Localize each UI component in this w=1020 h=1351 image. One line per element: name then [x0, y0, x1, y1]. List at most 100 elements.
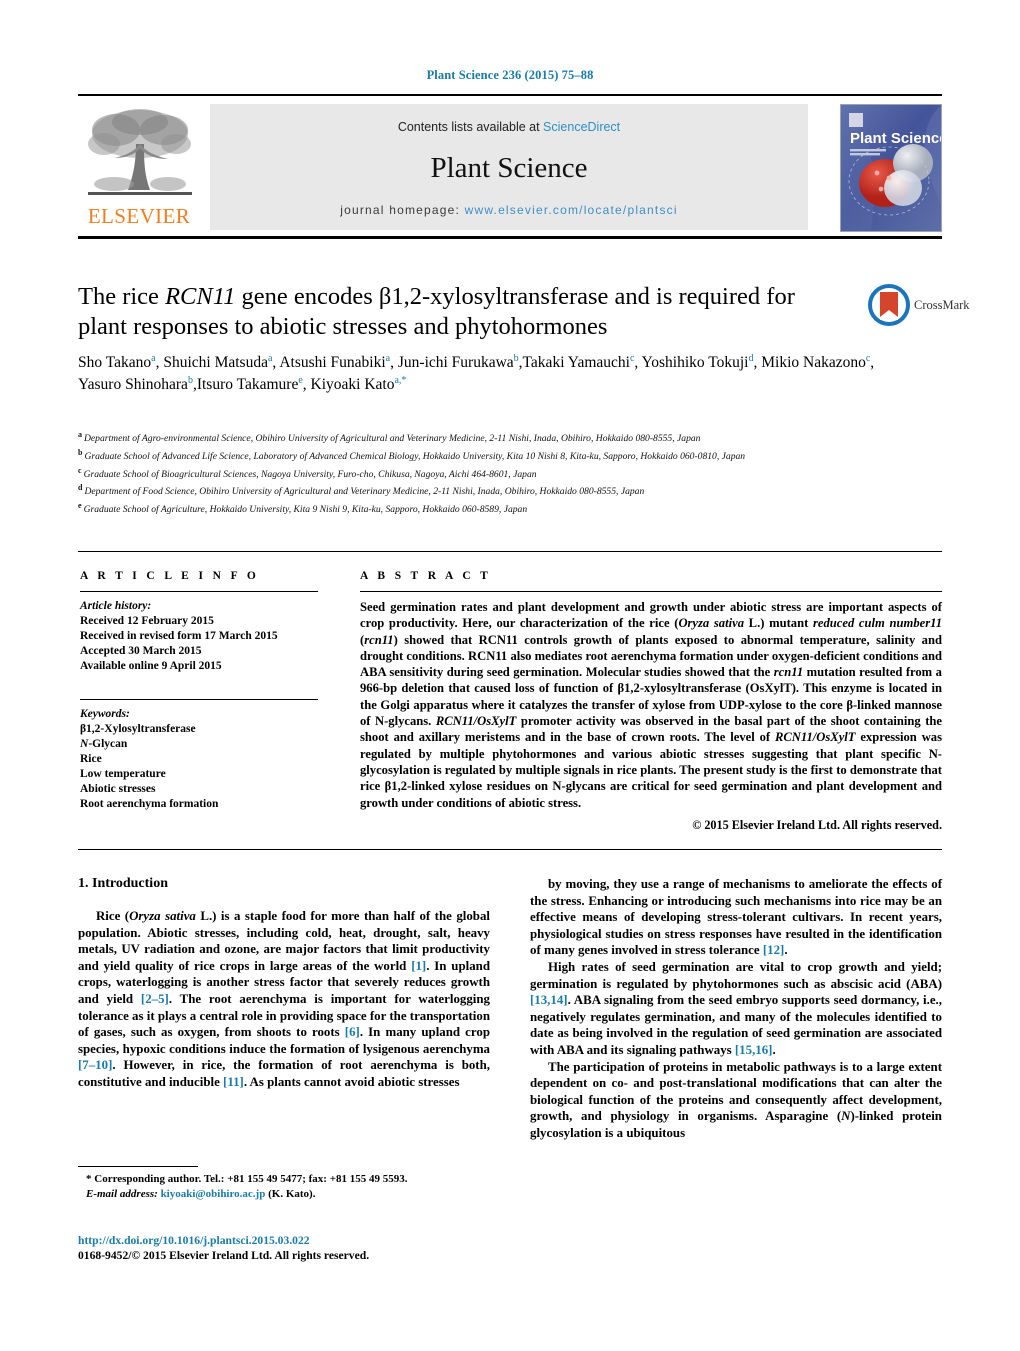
affiliation-item: c Graduate School of Bioagricultural Scie… — [78, 464, 878, 482]
affiliation-marker: c — [78, 465, 82, 475]
running-head: Plant Science 236 (2015) 75–88 — [426, 68, 594, 82]
author-name: Yoshihiko Tokuji — [641, 354, 749, 371]
journal-masthead: ELSEVIER Contents lists available at Sci… — [78, 94, 942, 239]
author-affiliation-marker: c — [865, 352, 871, 364]
body-paragraph: High rates of seed germination are vital… — [530, 959, 942, 1059]
affiliation-item: d Department of Food Science, Obihiro Uni… — [78, 481, 878, 499]
abstract-italic-term: RCN11/OsXylT — [775, 730, 856, 745]
author-name: Kiyoaki Kato — [310, 375, 395, 393]
affiliation-marker: e — [78, 501, 82, 511]
masthead-top-rule — [78, 94, 942, 96]
abstract-italic-term: RCN11/OsXylT — [435, 714, 517, 729]
keyword-item: Abiotic stresses — [80, 783, 156, 795]
issn-copyright-line: 0168-9452/© 2015 Elsevier Ireland Ltd. A… — [78, 1249, 370, 1262]
abstract-italic-term: rcn11 — [773, 665, 804, 680]
citation-link[interactable]: [1] — [411, 959, 426, 973]
affiliation-item: e Graduate School of Agriculture, Hokkaid… — [78, 499, 878, 517]
article-page: Plant Science 236 (2015) 75–88 ELSEVIER … — [0, 0, 1020, 1351]
masthead-center-band: Contents lists available at ScienceDirec… — [210, 104, 808, 230]
author-name: Takaki Yamauchi — [522, 354, 630, 371]
journal-cover-artwork: Plant Science — [841, 105, 941, 231]
text-run: . — [772, 1042, 776, 1057]
body-paragraph: by moving, they use a range of mechanism… — [530, 876, 942, 959]
affiliation-text: Graduate School of Advanced Life Science… — [84, 450, 746, 462]
abstract-copyright: © 2015 Elsevier Ireland Ltd. All rights … — [692, 817, 942, 832]
title-part-1: The rice — [78, 283, 166, 310]
journal-title: Plant Science — [430, 152, 588, 184]
author-name: Atsushi Funabiki — [279, 354, 386, 371]
keyword-item: Root aerenchyma formation — [80, 798, 219, 810]
abstract-heading: A B S T R A C T — [360, 570, 492, 582]
keyword-item: Rice — [80, 753, 102, 765]
email-suffix: (K. Kato). — [268, 1187, 316, 1200]
body-paragraph: Rice (Oryza sativa L.) is a staple food … — [78, 908, 490, 1091]
journal-homepage-line: journal homepage: www.elsevier.com/locat… — [210, 203, 808, 217]
info-band-bottom-rule — [78, 849, 942, 850]
sciencedirect-link[interactable]: ScienceDirect — [543, 120, 620, 134]
doi-block: http://dx.doi.org/10.1016/j.plantsci.201… — [78, 1233, 498, 1263]
keywords-label: Keywords: — [80, 708, 130, 720]
contents-available-line: Contents lists available at ScienceDirec… — [210, 120, 808, 134]
elsevier-tree-icon — [88, 109, 192, 195]
affiliation-text: Department of Food Science, Obihiro Univ… — [84, 486, 645, 498]
author-affiliation-marker: a — [151, 352, 156, 364]
citation-link[interactable]: [12] — [763, 943, 784, 957]
text-run: . As plants cannot avoid abiotic stresse… — [243, 1074, 460, 1089]
body-paragraph: The participation of proteins in metabol… — [530, 1059, 942, 1142]
text-run: . — [784, 943, 788, 958]
page-title: The rice RCN11 gene encodes β1,2-xylosyl… — [78, 282, 848, 342]
affiliation-item: a Department of Agro-environmental Scienc… — [78, 428, 878, 446]
abstract-section: A B S T R A C T Seed germination rates a… — [360, 570, 942, 833]
article-info-section: A R T I C L E I N F O Article history: R… — [80, 570, 330, 812]
elsevier-logo: ELSEVIER — [78, 104, 200, 230]
article-info-rule — [80, 591, 318, 592]
author-name: Shuichi Matsuda — [163, 354, 268, 371]
crossmark-icon[interactable] — [868, 284, 910, 326]
svg-text:Plant Science: Plant Science — [850, 130, 941, 147]
keywords-lines: β1,2-Xylosyltransferase N-Glycan Rice Low t… — [80, 722, 330, 812]
affiliation-text: Graduate School of Agriculture, Hokkaido… — [83, 504, 528, 516]
author-name: Mikio Nakazono — [761, 354, 866, 371]
page-title-block: The rice RCN11 gene encodes β1,2-xylosyl… — [78, 282, 848, 342]
abstract-text: Seed germination rates and plant develop… — [360, 599, 942, 811]
body-left-column: 1. Introduction Rice (Oryza sativa L.) i… — [78, 876, 490, 1091]
citation-link[interactable]: [7–10] — [78, 1058, 112, 1072]
citation-link[interactable]: [11] — [223, 1075, 244, 1089]
citation-link[interactable]: [2–5] — [141, 992, 169, 1006]
journal-cover-thumbnail: Plant Science — [840, 104, 942, 232]
crossmark-badge-group[interactable]: CrossMark — [868, 284, 970, 330]
text-run: Rice ( — [96, 909, 130, 923]
footnote-star: * — [86, 1173, 92, 1185]
affiliation-marker: a — [78, 430, 82, 439]
homepage-url-link[interactable]: www.elsevier.com/locate/plantsci — [465, 203, 678, 217]
italic-term: Oryza sativa — [129, 909, 196, 923]
footnote-contact-text: Corresponding author. Tel.: +81 155 49 5… — [94, 1173, 408, 1185]
text-run: High rates of seed germination are vital… — [530, 959, 942, 991]
author-affiliation-marker: d — [748, 352, 754, 364]
masthead-bottom-rule — [78, 236, 942, 239]
citation-link[interactable]: [15,16] — [735, 1043, 773, 1057]
citation-link[interactable]: [13,14] — [530, 993, 568, 1007]
article-info-heading: A R T I C L E I N F O — [80, 570, 260, 582]
email-label: E-mail address: — [86, 1187, 158, 1200]
article-history-lines: Received 12 February 2015 Received in rev… — [80, 614, 330, 674]
article-history-item: Received in revised form 17 March 2015 — [80, 630, 278, 642]
elsevier-wordmark: ELSEVIER — [87, 204, 191, 228]
author-name: Sho Takano — [78, 354, 152, 371]
info-band-top-rule — [78, 551, 942, 552]
author-name: Jun-ichi Furukawa — [397, 354, 514, 371]
section-heading-introduction: 1. Introduction — [78, 876, 168, 891]
author-affiliation-marker: a — [267, 352, 273, 364]
title-gene-name: RCN11 — [165, 283, 236, 310]
citation-link[interactable]: [6] — [345, 1025, 360, 1039]
abstract-rule — [360, 591, 942, 592]
homepage-prefix: journal homepage: — [340, 203, 465, 217]
affiliation-list: a Department of Agro-environmental Scienc… — [78, 428, 878, 517]
doi-link[interactable]: http://dx.doi.org/10.1016/j.plantsci.201… — [78, 1233, 498, 1248]
keywords-rule — [80, 699, 318, 700]
article-history-item: Accepted 30 March 2015 — [80, 645, 202, 657]
affiliation-marker: d — [78, 483, 83, 493]
email-link[interactable]: kiyoaki@obihiro.ac.jp — [161, 1188, 266, 1200]
article-history-item: Received 12 February 2015 — [80, 615, 214, 627]
